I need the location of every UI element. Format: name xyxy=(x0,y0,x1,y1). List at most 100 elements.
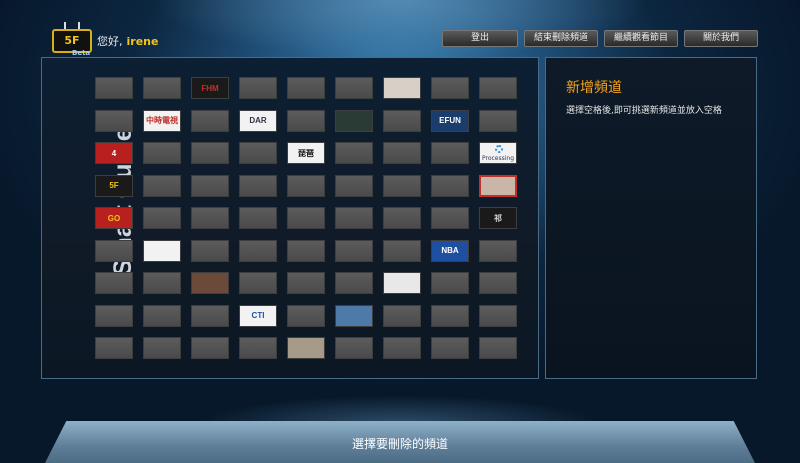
channel-slot[interactable]: Processing xyxy=(479,142,517,164)
channel-slot[interactable]: DAR xyxy=(239,109,277,132)
empty-channel-slot[interactable] xyxy=(143,142,181,164)
empty-channel-slot[interactable] xyxy=(191,304,229,327)
channel-slot[interactable]: CTI xyxy=(239,304,277,327)
empty-channel-slot[interactable] xyxy=(431,174,469,197)
channel-slot[interactable] xyxy=(143,239,181,262)
empty-channel-slot[interactable] xyxy=(479,109,517,132)
empty-channel-slot[interactable] xyxy=(287,207,325,229)
empty-channel-slot[interactable] xyxy=(191,239,229,262)
empty-channel-slot[interactable] xyxy=(191,337,229,359)
empty-channel-slot[interactable] xyxy=(383,239,421,262)
empty-channel-slot[interactable] xyxy=(95,337,133,359)
continue-watching-button[interactable]: 繼續觀看節目 xyxy=(604,30,678,47)
channel-label: Processing xyxy=(481,155,515,162)
empty-channel-slot[interactable] xyxy=(143,207,181,229)
channel-slot[interactable] xyxy=(383,77,421,99)
channel-slot[interactable] xyxy=(335,109,373,132)
channel-logo: 祁 xyxy=(494,213,502,223)
empty-channel-slot[interactable] xyxy=(143,77,181,99)
empty-channel-slot[interactable] xyxy=(239,207,277,229)
channel-slot[interactable]: 琵琶 xyxy=(287,142,325,164)
empty-channel-slot[interactable] xyxy=(143,174,181,197)
logout-button[interactable]: 登出 xyxy=(442,30,518,47)
empty-channel-slot[interactable] xyxy=(95,77,133,99)
empty-channel-slot[interactable] xyxy=(287,174,325,197)
channel-slot[interactable] xyxy=(335,304,373,327)
channel-slot[interactable]: 5F xyxy=(95,174,133,197)
empty-channel-slot[interactable] xyxy=(287,272,325,294)
empty-channel-slot[interactable] xyxy=(239,272,277,294)
processing-icon xyxy=(495,145,503,153)
status-text: 選擇要刪除的頻道 xyxy=(351,437,448,451)
channel-slot[interactable]: FHM xyxy=(191,77,229,99)
channel-slot[interactable]: 中時電視 xyxy=(143,109,181,132)
empty-channel-slot[interactable] xyxy=(143,304,181,327)
channel-slot[interactable]: NBA xyxy=(431,239,469,262)
end-delete-channel-button[interactable]: 結束刪除頻道 xyxy=(524,30,598,47)
empty-channel-slot[interactable] xyxy=(383,142,421,164)
empty-channel-slot[interactable] xyxy=(287,304,325,327)
empty-channel-slot[interactable] xyxy=(239,77,277,99)
empty-channel-slot[interactable] xyxy=(335,174,373,197)
empty-channel-slot[interactable] xyxy=(191,109,229,132)
empty-channel-slot[interactable] xyxy=(95,109,133,132)
channel-slot[interactable]: GO xyxy=(95,207,133,229)
5f-logo[interactable]: 5F Beta xyxy=(52,22,92,57)
channel-slot[interactable]: 祁 xyxy=(479,207,517,229)
empty-channel-slot[interactable] xyxy=(335,337,373,359)
empty-channel-slot[interactable] xyxy=(191,174,229,197)
smart-guide-panel: Smart Guide FHM 中時電視 DAR EFUN 4 琵琶 Processing 5… xyxy=(41,57,539,379)
channel-logo: EFUN xyxy=(439,116,461,125)
empty-channel-slot[interactable] xyxy=(479,337,517,359)
empty-channel-slot[interactable] xyxy=(287,239,325,262)
empty-channel-slot[interactable] xyxy=(431,207,469,229)
empty-channel-slot[interactable] xyxy=(335,77,373,99)
empty-channel-slot[interactable] xyxy=(479,304,517,327)
empty-channel-slot[interactable] xyxy=(383,304,421,327)
channel-slot[interactable] xyxy=(479,174,517,197)
empty-channel-slot[interactable] xyxy=(143,337,181,359)
greeting-text: 您好, xyxy=(97,35,123,48)
empty-channel-slot[interactable] xyxy=(383,337,421,359)
top-nav: 登出 結束刪除頻道 繼續觀看節目 關於我們 xyxy=(442,30,758,47)
empty-channel-slot[interactable] xyxy=(239,239,277,262)
channel-logo: 琵琶 xyxy=(298,148,314,158)
empty-channel-slot[interactable] xyxy=(335,207,373,229)
bottom-glow xyxy=(200,395,600,425)
empty-channel-slot[interactable] xyxy=(239,337,277,359)
empty-channel-slot[interactable] xyxy=(95,272,133,294)
channel-logo: 5F xyxy=(109,181,119,190)
empty-channel-slot[interactable] xyxy=(191,207,229,229)
channel-logo xyxy=(336,111,372,131)
empty-channel-slot[interactable] xyxy=(431,304,469,327)
empty-channel-slot[interactable] xyxy=(431,272,469,294)
channel-slot[interactable] xyxy=(191,272,229,294)
empty-channel-slot[interactable] xyxy=(479,77,517,99)
empty-channel-slot[interactable] xyxy=(143,272,181,294)
channel-slot[interactable] xyxy=(383,272,421,294)
empty-channel-slot[interactable] xyxy=(191,142,229,164)
empty-channel-slot[interactable] xyxy=(95,239,133,262)
empty-channel-slot[interactable] xyxy=(383,109,421,132)
empty-channel-slot[interactable] xyxy=(287,77,325,99)
empty-channel-slot[interactable] xyxy=(431,337,469,359)
channel-slot[interactable]: 4 xyxy=(95,142,133,164)
empty-channel-slot[interactable] xyxy=(383,207,421,229)
empty-channel-slot[interactable] xyxy=(335,142,373,164)
empty-channel-slot[interactable] xyxy=(479,239,517,262)
empty-channel-slot[interactable] xyxy=(95,304,133,327)
empty-channel-slot[interactable] xyxy=(335,239,373,262)
channel-logo: 4 xyxy=(111,148,117,158)
empty-channel-slot[interactable] xyxy=(383,174,421,197)
empty-channel-slot[interactable] xyxy=(431,77,469,99)
empty-channel-slot[interactable] xyxy=(239,142,277,164)
empty-channel-slot[interactable] xyxy=(287,109,325,132)
empty-channel-slot[interactable] xyxy=(239,174,277,197)
channel-slot[interactable]: EFUN xyxy=(431,109,469,132)
empty-channel-slot[interactable] xyxy=(479,272,517,294)
about-us-button[interactable]: 關於我們 xyxy=(684,30,758,47)
empty-channel-slot[interactable] xyxy=(335,272,373,294)
channel-slot[interactable] xyxy=(287,337,325,359)
empty-channel-slot[interactable] xyxy=(431,142,469,164)
panel-text: 選擇空格後,即可挑選新頻道並放入空格 xyxy=(566,106,722,116)
